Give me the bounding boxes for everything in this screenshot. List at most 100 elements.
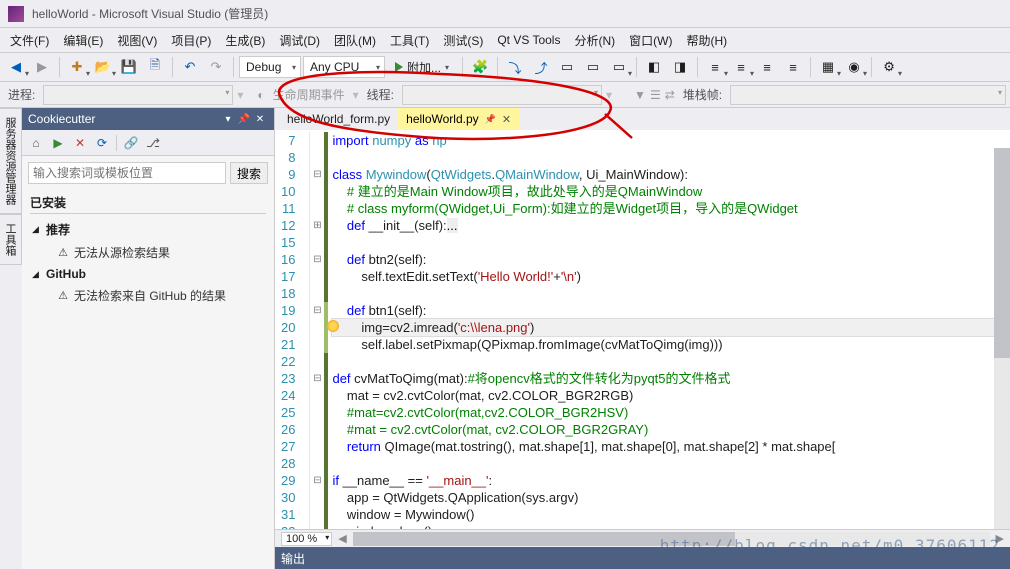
menu-12[interactable]: 帮助(H)	[680, 30, 733, 51]
code-line-7[interactable]: import numpy as np	[332, 132, 1010, 149]
home-button[interactable]: ⌂	[26, 133, 46, 153]
tab-helloworld-form[interactable]: helloWorld_form.py	[279, 108, 398, 130]
tb-icon-15[interactable]: ⚙	[877, 55, 901, 79]
panel-dropdown-button[interactable]: ▾	[220, 114, 236, 125]
recommended-node[interactable]: ◢推荐	[30, 218, 266, 241]
config-combo[interactable]: Debug	[239, 56, 301, 78]
tb-icon-7[interactable]: ◧	[642, 55, 666, 79]
tb-icon-4[interactable]: ▭	[555, 55, 579, 79]
code-line-30[interactable]: app = QtWidgets.QApplication(sys.argv)	[332, 489, 1010, 506]
fold-12[interactable]: ⊞	[310, 217, 324, 234]
horizontal-scrollbar[interactable]	[353, 532, 990, 546]
code-line-32[interactable]: window.show()	[332, 523, 1010, 529]
tb-icon-13[interactable]: ▦	[816, 55, 840, 79]
code-line-20[interactable]: img=cv2.imread('c:\\lena.png')	[332, 319, 1010, 336]
tb-icon-14[interactable]: ◉	[842, 55, 866, 79]
code-line-24[interactable]: mat = cv2.cvtColor(mat, cv2.COLOR_BGR2RG…	[332, 387, 1010, 404]
nav-back-button[interactable]: ◀	[4, 55, 28, 79]
code-line-21[interactable]: self.label.setPixmap(QPixmap.fromImage(c…	[332, 336, 1010, 353]
code-line-8[interactable]	[332, 149, 1010, 166]
menu-5[interactable]: 调试(D)	[273, 30, 326, 51]
tb-icon-5[interactable]: ▭	[581, 55, 605, 79]
panel-pin-button[interactable]: 📌	[236, 114, 252, 125]
lightbulb-icon[interactable]	[327, 320, 339, 332]
thread-combo[interactable]	[402, 85, 602, 105]
code-line-12[interactable]: def __init__(self):...	[332, 217, 1010, 234]
save-button[interactable]: 💾	[117, 55, 141, 79]
undo-button[interactable]: ↶	[178, 55, 202, 79]
github-node[interactable]: ◢GitHub	[30, 264, 266, 284]
code-line-28[interactable]	[332, 455, 1010, 472]
redo-button[interactable]: ↷	[204, 55, 228, 79]
menu-1[interactable]: 编辑(E)	[57, 30, 109, 51]
indent-dec-button[interactable]: ≡	[703, 55, 727, 79]
tb-icon-6[interactable]: ▭	[607, 55, 631, 79]
code-line-17[interactable]: self.textEdit.setText('Hello World!'+'\n…	[332, 268, 1010, 285]
tb-icon-8[interactable]: ◨	[668, 55, 692, 79]
save-all-button[interactable]: 🗎	[143, 55, 167, 79]
code-line-18[interactable]	[332, 285, 1010, 302]
refresh-button[interactable]: ⟳	[92, 133, 112, 153]
side-tab-toolbox[interactable]: 工具箱	[0, 214, 22, 265]
tab-pin-button[interactable]: 📌	[485, 114, 496, 125]
stack-combo[interactable]	[730, 85, 1006, 105]
code-editor[interactable]: ↕ 78910111215161718192021222324252627282…	[275, 130, 1010, 529]
search-button[interactable]: 搜索	[230, 162, 268, 184]
github-button[interactable]: ⎇	[143, 133, 163, 153]
menu-10[interactable]: 分析(N)	[568, 30, 621, 51]
nav-fwd-button[interactable]: ▶	[30, 55, 54, 79]
code-line-27[interactable]: return QImage(mat.tostring(), mat.shape[…	[332, 438, 1010, 455]
link-button[interactable]: 🔗	[121, 133, 141, 153]
open-file-button[interactable]: 📂	[91, 55, 115, 79]
menu-4[interactable]: 生成(B)	[219, 30, 271, 51]
code-line-19[interactable]: def btn1(self):	[332, 302, 1010, 319]
code-line-29[interactable]: if __name__ == '__main__':	[332, 472, 1010, 489]
code-line-10[interactable]: # 建立的是Main Window项目，故此处导入的是QMainWindow	[332, 183, 1010, 200]
comment-button[interactable]: ≡	[755, 55, 779, 79]
menu-2[interactable]: 视图(V)	[111, 30, 163, 51]
code-line-15[interactable]	[332, 234, 1010, 251]
code-line-22[interactable]	[332, 353, 1010, 370]
code-line-9[interactable]: class Mywindow(QtWidgets.QMainWindow, Ui…	[332, 166, 1010, 183]
process-combo[interactable]	[43, 85, 233, 105]
code-line-26[interactable]: #mat = cv2.cvtColor(mat, cv2.COLOR_BGR2G…	[332, 421, 1010, 438]
platform-combo[interactable]: Any CPU	[303, 56, 385, 78]
output-panel-header[interactable]: 输出	[275, 547, 1010, 569]
installed-header: 已安装	[30, 194, 266, 214]
menu-0[interactable]: 文件(F)	[4, 30, 55, 51]
menu-3[interactable]: 项目(P)	[165, 30, 217, 51]
code-line-25[interactable]: #mat=cv2.cvtColor(mat,cv2.COLOR_BGR2HSV)	[332, 404, 1010, 421]
run-button[interactable]: ▶	[48, 133, 68, 153]
tab-helloworld[interactable]: helloWorld.py 📌 ✕	[398, 108, 519, 130]
menu-8[interactable]: 测试(S)	[437, 30, 489, 51]
side-tab-server[interactable]: 服务器资源管理器	[0, 108, 22, 214]
code-line-23[interactable]: def cvMatToQimg(mat):#将opencv格式的文件转化为pyq…	[332, 370, 1010, 387]
code-line-16[interactable]: def btn2(self):	[332, 251, 1010, 268]
fold-16[interactable]: ⊟	[310, 251, 324, 268]
fold-9[interactable]: ⊟	[310, 166, 324, 183]
template-search-input[interactable]	[28, 162, 226, 184]
new-project-button[interactable]: ✚	[65, 55, 89, 79]
uncomment-button[interactable]: ≡	[781, 55, 805, 79]
tab-close-button[interactable]: ✕	[502, 113, 511, 126]
menu-7[interactable]: 工具(T)	[384, 30, 435, 51]
vertical-scrollbar[interactable]	[994, 148, 1010, 529]
step-into-button[interactable]: ⤵	[503, 55, 527, 79]
zoom-combo[interactable]: 100 %	[281, 532, 332, 546]
menu-6[interactable]: 团队(M)	[328, 30, 382, 51]
code-line-11[interactable]: # class myform(QWidget,Ui_Form):如建立的是Wid…	[332, 200, 1010, 217]
panel-close-button[interactable]: ✕	[252, 114, 268, 125]
hscroll-right[interactable]: ▶	[996, 532, 1004, 545]
cancel-icon-button[interactable]: ✕	[70, 133, 90, 153]
menu-9[interactable]: Qt VS Tools	[491, 31, 566, 49]
fold-19[interactable]: ⊟	[310, 302, 324, 319]
menu-11[interactable]: 窗口(W)	[623, 30, 678, 51]
tb-icon-1[interactable]: 🧩	[468, 55, 492, 79]
indent-inc-button[interactable]: ≡	[729, 55, 753, 79]
start-debug-button[interactable]: 附加... ▾	[387, 56, 457, 78]
hscroll-left[interactable]: ◀	[338, 532, 346, 545]
fold-23[interactable]: ⊟	[310, 370, 324, 387]
step-over-button[interactable]: ⤴	[529, 55, 553, 79]
fold-29[interactable]: ⊟	[310, 472, 324, 489]
code-line-31[interactable]: window = Mywindow()	[332, 506, 1010, 523]
